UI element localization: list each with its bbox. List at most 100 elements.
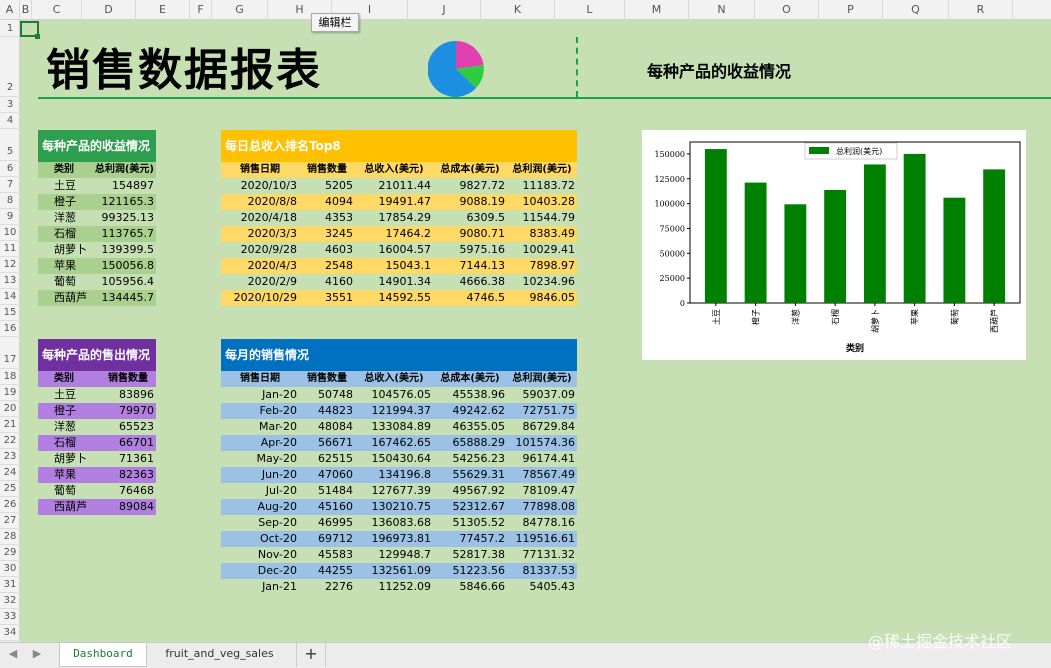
cell-col-0[interactable]: 2020/4/18 bbox=[221, 210, 299, 226]
cell-col-2[interactable]: 196973.81 bbox=[355, 531, 433, 547]
cell-col-3[interactable]: 49242.62 bbox=[433, 403, 507, 419]
header-col-3[interactable]: 总成本(美元) bbox=[433, 371, 507, 387]
cell-col-0[interactable]: Nov-20 bbox=[221, 547, 299, 563]
header-quantity[interactable]: 销售数量 bbox=[94, 371, 156, 387]
cell-value[interactable]: 82363 bbox=[94, 467, 156, 483]
cell-col-2[interactable]: 130210.75 bbox=[355, 499, 433, 515]
cell-col-1[interactable]: 2548 bbox=[299, 258, 355, 274]
cell-col-4[interactable]: 78109.47 bbox=[507, 483, 577, 499]
cell-col-1[interactable]: 62515 bbox=[299, 451, 355, 467]
header-category[interactable]: 类别 bbox=[38, 162, 94, 178]
row-header-1[interactable]: 1 bbox=[0, 20, 20, 37]
cell-col-0[interactable]: 2020/4/3 bbox=[221, 258, 299, 274]
row-header-28[interactable]: 28 bbox=[0, 529, 20, 545]
cell-col-2[interactable]: 16004.57 bbox=[355, 242, 433, 258]
cell-col-0[interactable]: Sep-20 bbox=[221, 515, 299, 531]
cell-col-3[interactable]: 49567.92 bbox=[433, 483, 507, 499]
column-header-d[interactable]: D bbox=[82, 0, 136, 20]
row-header-22[interactable]: 22 bbox=[0, 433, 20, 449]
cell-col-0[interactable]: 2020/8/8 bbox=[221, 194, 299, 210]
cell-value[interactable]: 105956.4 bbox=[94, 274, 156, 290]
row-header-9[interactable]: 9 bbox=[0, 209, 20, 225]
header-col-0[interactable]: 销售日期 bbox=[221, 162, 299, 178]
row-header-11[interactable]: 11 bbox=[0, 241, 20, 257]
column-header-c[interactable]: C bbox=[32, 0, 82, 20]
cell-col-3[interactable]: 9827.72 bbox=[433, 178, 507, 194]
cell-col-2[interactable]: 21011.44 bbox=[355, 178, 433, 194]
row-header-31[interactable]: 31 bbox=[0, 577, 20, 593]
cell-category[interactable]: 西葫芦 bbox=[38, 290, 94, 306]
next-sheet-icon[interactable]: ▶ bbox=[30, 643, 44, 667]
row-header-23[interactable]: 23 bbox=[0, 449, 20, 465]
revenue-table-caption[interactable]: 每种产品的收益情况 bbox=[38, 130, 156, 162]
cell-col-1[interactable]: 69712 bbox=[299, 531, 355, 547]
cell-col-4[interactable]: 84778.16 bbox=[507, 515, 577, 531]
cell-col-0[interactable]: Feb-20 bbox=[221, 403, 299, 419]
cell-col-2[interactable]: 136083.68 bbox=[355, 515, 433, 531]
cell-col-1[interactable]: 5205 bbox=[299, 178, 355, 194]
cell-col-1[interactable]: 4353 bbox=[299, 210, 355, 226]
row-header-8[interactable]: 8 bbox=[0, 193, 20, 209]
row-header-6[interactable]: 6 bbox=[0, 161, 20, 177]
cell-col-2[interactable]: 134196.8 bbox=[355, 467, 433, 483]
cell-col-1[interactable]: 44255 bbox=[299, 563, 355, 579]
header-col-3[interactable]: 总成本(美元) bbox=[433, 162, 507, 178]
cell-category[interactable]: 橙子 bbox=[38, 403, 94, 419]
cell-category[interactable]: 葡萄 bbox=[38, 483, 94, 499]
cell-col-4[interactable]: 10403.28 bbox=[507, 194, 577, 210]
column-header-f[interactable]: F bbox=[190, 0, 212, 20]
header-col-1[interactable]: 销售数量 bbox=[299, 162, 355, 178]
row-header-2[interactable]: 2 bbox=[0, 37, 20, 97]
cell-col-2[interactable]: 104576.05 bbox=[355, 387, 433, 403]
column-header-b[interactable]: B bbox=[20, 0, 32, 20]
cell-category[interactable]: 胡萝卜 bbox=[38, 451, 94, 467]
header-col-2[interactable]: 总收入(美元) bbox=[355, 162, 433, 178]
cell-col-3[interactable]: 55629.31 bbox=[433, 467, 507, 483]
cell-col-1[interactable]: 47060 bbox=[299, 467, 355, 483]
cell-col-2[interactable]: 11252.09 bbox=[355, 579, 433, 595]
cell-col-3[interactable]: 46355.05 bbox=[433, 419, 507, 435]
cell-value[interactable]: 113765.7 bbox=[94, 226, 156, 242]
cell-col-2[interactable]: 133084.89 bbox=[355, 419, 433, 435]
cell-col-2[interactable]: 19491.47 bbox=[355, 194, 433, 210]
cell-category[interactable]: 橙子 bbox=[38, 194, 94, 210]
cell-col-2[interactable]: 14592.55 bbox=[355, 290, 433, 306]
cell-category[interactable]: 石榴 bbox=[38, 435, 94, 451]
row-header-21[interactable]: 21 bbox=[0, 417, 20, 433]
row-header-12[interactable]: 12 bbox=[0, 257, 20, 273]
cell-col-3[interactable]: 9088.19 bbox=[433, 194, 507, 210]
column-header-r[interactable]: R bbox=[949, 0, 1013, 20]
header-col-1[interactable]: 销售数量 bbox=[299, 371, 355, 387]
row-header-3[interactable]: 3 bbox=[0, 97, 20, 113]
cell-col-4[interactable]: 8383.49 bbox=[507, 226, 577, 242]
cell-col-0[interactable]: Apr-20 bbox=[221, 435, 299, 451]
cell-col-1[interactable]: 51484 bbox=[299, 483, 355, 499]
cell-col-1[interactable]: 44823 bbox=[299, 403, 355, 419]
cell-value[interactable]: 150056.8 bbox=[94, 258, 156, 274]
cell-col-3[interactable]: 6309.5 bbox=[433, 210, 507, 226]
row-header-25[interactable]: 25 bbox=[0, 481, 20, 497]
row-header-14[interactable]: 14 bbox=[0, 289, 20, 305]
cell-col-4[interactable]: 5405.43 bbox=[507, 579, 577, 595]
column-header-k[interactable]: K bbox=[481, 0, 555, 20]
cell-category[interactable]: 苹果 bbox=[38, 467, 94, 483]
cell-col-3[interactable]: 52817.38 bbox=[433, 547, 507, 563]
cell-col-3[interactable]: 65888.29 bbox=[433, 435, 507, 451]
cell-col-4[interactable]: 11183.72 bbox=[507, 178, 577, 194]
cell-col-4[interactable]: 119516.61 bbox=[507, 531, 577, 547]
cell-category[interactable]: 葡萄 bbox=[38, 274, 94, 290]
cell-col-2[interactable]: 127677.39 bbox=[355, 483, 433, 499]
header-col-0[interactable]: 销售日期 bbox=[221, 371, 299, 387]
dashboard-title[interactable]: 销售数据报表 bbox=[46, 44, 322, 98]
cell-col-0[interactable]: Aug-20 bbox=[221, 499, 299, 515]
cell-col-1[interactable]: 4160 bbox=[299, 274, 355, 290]
cell-col-3[interactable]: 52312.67 bbox=[433, 499, 507, 515]
cell-value[interactable]: 154897 bbox=[94, 178, 156, 194]
cell-category[interactable]: 土豆 bbox=[38, 178, 94, 194]
cell-col-0[interactable]: Dec-20 bbox=[221, 563, 299, 579]
column-header-g[interactable]: G bbox=[212, 0, 268, 20]
cell-value[interactable]: 99325.13 bbox=[94, 210, 156, 226]
cell-value[interactable]: 76468 bbox=[94, 483, 156, 499]
cell-col-2[interactable]: 167462.65 bbox=[355, 435, 433, 451]
cell-col-3[interactable]: 5975.16 bbox=[433, 242, 507, 258]
